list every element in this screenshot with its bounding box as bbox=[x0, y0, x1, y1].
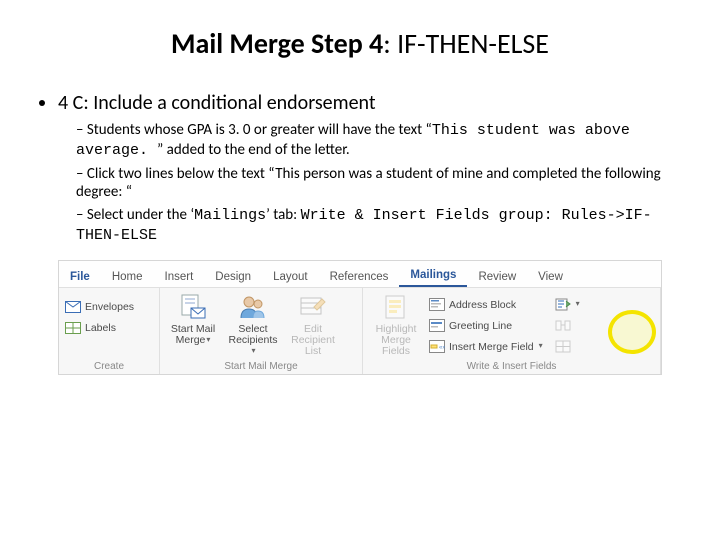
sub-bullets: Students whose GPA is 3. 0 or greater wi… bbox=[58, 121, 690, 246]
highlight-merge-fields-icon bbox=[381, 292, 411, 322]
sub-bullet-2: Click two lines below the text “This per… bbox=[76, 165, 690, 203]
update-labels-button[interactable] bbox=[555, 338, 580, 356]
sub-bullet-3: Select under the ‘Mailings’ tab: Write &… bbox=[76, 206, 690, 246]
ribbon-groups: Envelopes Labels Create bbox=[59, 288, 661, 374]
address-block-button[interactable]: Address Block bbox=[429, 296, 543, 314]
labels-button[interactable]: Labels bbox=[65, 319, 134, 337]
tab-review[interactable]: Review bbox=[467, 266, 527, 287]
group-write-label: Write & Insert Fields bbox=[369, 359, 654, 372]
greeting-line-button[interactable]: Greeting Line bbox=[429, 317, 543, 335]
bullet-list: 4 C: Include a conditional endorsement S… bbox=[30, 91, 690, 246]
edit-recipient-list-icon bbox=[298, 292, 328, 322]
bullet-main: 4 C: Include a conditional endorsement S… bbox=[58, 91, 690, 246]
svg-text:«»: «» bbox=[439, 345, 445, 351]
tab-home[interactable]: Home bbox=[101, 266, 154, 287]
match-fields-button[interactable] bbox=[555, 317, 580, 335]
group-create: Envelopes Labels Create bbox=[59, 288, 160, 374]
chevron-down-icon: ▾ bbox=[206, 336, 210, 344]
envelopes-button[interactable]: Envelopes bbox=[65, 298, 134, 316]
group-create-label: Create bbox=[65, 359, 153, 372]
chevron-down-icon: ▾ bbox=[576, 299, 580, 308]
group-start-mail-merge: Start Mail Merge▾ Select Recipients▾ Edi… bbox=[160, 288, 363, 374]
update-labels-icon bbox=[555, 340, 571, 354]
sub-bullet-1: Students whose GPA is 3. 0 or greater wi… bbox=[76, 121, 690, 161]
group-write-insert-fields: Highlight Merge Fields Address Block bbox=[363, 288, 661, 374]
select-recipients-icon bbox=[238, 292, 268, 322]
tab-file[interactable]: File bbox=[59, 266, 101, 287]
labels-icon bbox=[65, 321, 81, 335]
address-block-icon bbox=[429, 298, 445, 312]
tab-view[interactable]: View bbox=[527, 266, 574, 287]
word-ribbon: File Home Insert Design Layout Reference… bbox=[58, 260, 662, 375]
tab-layout[interactable]: Layout bbox=[262, 266, 319, 287]
title-rest: : IF-THEN-ELSE bbox=[383, 26, 549, 61]
tab-insert[interactable]: Insert bbox=[154, 266, 205, 287]
edit-recipient-list-button[interactable]: Edit Recipient List bbox=[286, 292, 340, 357]
highlight-merge-fields-button[interactable]: Highlight Merge Fields bbox=[369, 292, 423, 357]
ribbon-tabs: File Home Insert Design Layout Reference… bbox=[59, 261, 661, 288]
page-title: Mail Merge Step 4: IF-THEN-ELSE bbox=[30, 26, 690, 61]
envelope-icon bbox=[65, 300, 81, 314]
start-mail-merge-button[interactable]: Start Mail Merge▾ bbox=[166, 292, 220, 346]
select-recipients-button[interactable]: Select Recipients▾ bbox=[226, 292, 280, 357]
tab-mailings[interactable]: Mailings bbox=[399, 264, 467, 287]
tab-references[interactable]: References bbox=[319, 266, 400, 287]
match-fields-icon bbox=[555, 319, 571, 333]
start-mail-merge-icon bbox=[178, 292, 208, 322]
rules-icon bbox=[555, 298, 571, 312]
greeting-line-icon bbox=[429, 319, 445, 333]
rules-button[interactable]: ▾ bbox=[555, 296, 580, 314]
chevron-down-icon: ▾ bbox=[251, 347, 255, 355]
insert-merge-field-button[interactable]: «» Insert Merge Field ▾ bbox=[429, 338, 543, 356]
insert-merge-field-icon: «» bbox=[429, 340, 445, 354]
title-bold: Mail Merge Step 4 bbox=[171, 26, 383, 61]
bullet-main-text: 4 C: Include a conditional endorsement bbox=[58, 91, 376, 115]
group-startmm-label: Start Mail Merge bbox=[166, 359, 356, 372]
chevron-down-icon: ▾ bbox=[539, 341, 543, 350]
tab-design[interactable]: Design bbox=[204, 266, 262, 287]
